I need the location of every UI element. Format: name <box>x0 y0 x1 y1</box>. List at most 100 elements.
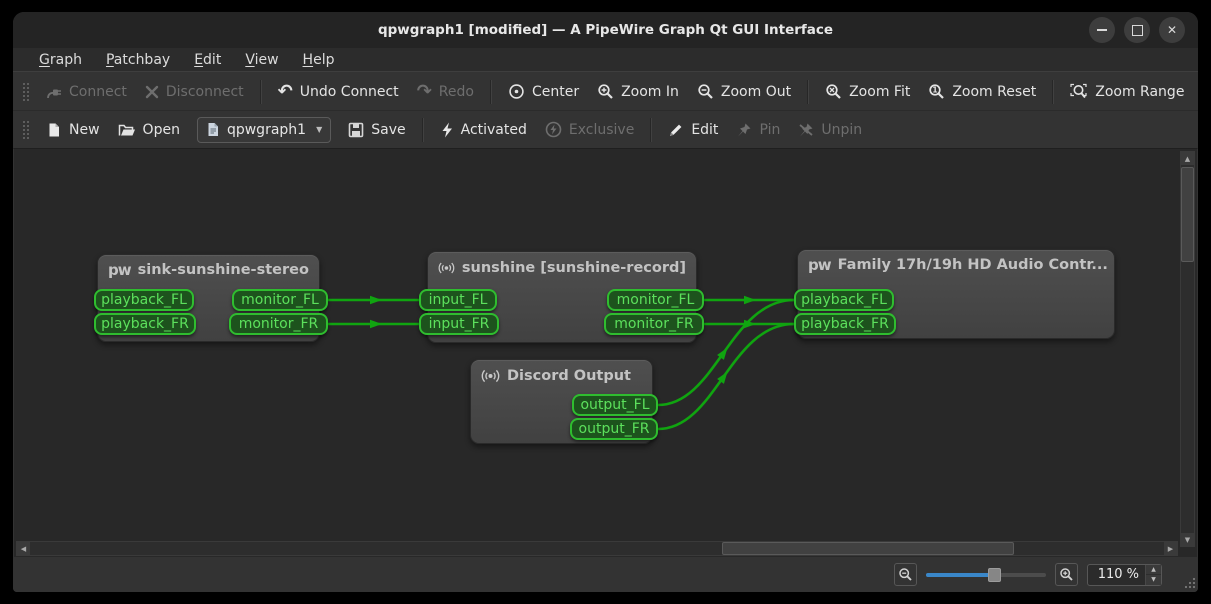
unpin-icon <box>798 122 814 138</box>
menu-help-rest: elp <box>313 52 334 68</box>
undo-connect-label: Undo Connect <box>300 84 399 100</box>
zoom-spin-up-button[interactable]: ▲ <box>1146 565 1161 575</box>
maximize-button[interactable] <box>1124 17 1150 43</box>
menu-help[interactable]: Help <box>291 50 347 70</box>
center-button[interactable]: Center <box>499 78 588 105</box>
port-discord-output-fl[interactable]: output_FL <box>572 394 658 416</box>
connect-label: Connect <box>69 84 127 100</box>
zoom-slider-fill <box>926 573 992 577</box>
zoom-out-icon <box>697 83 714 100</box>
graph-canvas[interactable]: pw sink-sunshine-stereo playback_FL play… <box>14 148 1197 557</box>
statusbar-zoom-out-button[interactable] <box>894 563 917 586</box>
exclusive-label: Exclusive <box>569 122 634 138</box>
menu-patchbay[interactable]: Patchbay <box>94 50 182 70</box>
vertical-scroll-thumb[interactable] <box>1181 167 1194 262</box>
toolbar-separator <box>807 80 809 104</box>
zoom-reset-button[interactable]: 1 Zoom Reset <box>919 78 1045 105</box>
exclusive-button: Exclusive <box>536 116 643 143</box>
menu-graph[interactable]: Graph <box>27 50 94 70</box>
zoom-slider-handle[interactable] <box>988 568 1001 582</box>
zoom-range-label: Zoom Range <box>1095 84 1184 100</box>
activated-label: Activated <box>461 122 527 138</box>
new-file-icon <box>46 122 62 138</box>
port-sink-playback-fl[interactable]: playback_FL <box>94 289 194 311</box>
graph-toolbar: Connect Disconnect ↶ Undo Connect ↷ Redo… <box>13 73 1198 111</box>
port-discord-output-fr[interactable]: output_FR <box>570 418 658 440</box>
disconnect-button: Disconnect <box>136 79 253 105</box>
x-icon <box>145 85 159 99</box>
zoom-reset-label: Zoom Reset <box>952 84 1036 100</box>
port-sink-playback-fr[interactable]: playback_FR <box>94 313 196 335</box>
close-icon: ✕ <box>1167 24 1177 36</box>
undo-connect-button[interactable]: ↶ Undo Connect <box>269 79 408 105</box>
zoom-out-label: Zoom Out <box>721 84 791 100</box>
menu-edit-rest: dit <box>203 52 221 68</box>
port-sunshine-monitor-fr[interactable]: monitor_FR <box>604 313 704 335</box>
app-window: qpwgraph1 [modified] — A PipeWire Graph … <box>13 12 1198 592</box>
undo-arrow-icon: ↶ <box>278 84 293 100</box>
connections-layer <box>14 149 1197 557</box>
menu-view[interactable]: View <box>233 50 290 70</box>
resize-grip[interactable] <box>1184 577 1196 589</box>
zoom-spinbox[interactable]: 110 % ▲ ▼ <box>1087 564 1162 586</box>
connection-arrow-icon <box>370 320 382 328</box>
edit-label: Edit <box>691 122 718 138</box>
save-button[interactable]: Save <box>339 117 414 143</box>
zoom-fit-icon <box>825 83 842 100</box>
port-sunshine-input-fl[interactable]: input_FL <box>419 289 497 311</box>
zoom-in-button[interactable]: Zoom In <box>588 78 688 105</box>
menu-edit[interactable]: Edit <box>182 50 233 70</box>
redo-arrow-icon: ↷ <box>417 84 432 100</box>
window-controls: ✕ <box>1089 17 1185 43</box>
scroll-up-button[interactable]: ▲ <box>1181 152 1194 165</box>
new-button[interactable]: New <box>37 117 109 143</box>
port-family-playback-fr[interactable]: playback_FR <box>794 313 896 335</box>
connection-arrow-icon <box>370 296 382 304</box>
patchbay-selector-value: qpwgraph1 <box>227 122 306 138</box>
zoom-in-icon <box>1059 567 1074 582</box>
zoom-value: 110 % <box>1088 567 1145 582</box>
open-folder-icon <box>118 122 136 138</box>
scroll-down-button[interactable]: ▼ <box>1181 533 1194 546</box>
vertical-scrollbar[interactable]: ▲ ▼ <box>1180 151 1195 547</box>
zoom-slider[interactable] <box>926 567 1046 583</box>
scroll-left-button[interactable]: ◀ <box>17 542 30 555</box>
menu-help-mnemonic: H <box>303 52 314 68</box>
save-floppy-icon <box>348 122 364 138</box>
port-sink-monitor-fr[interactable]: monitor_FR <box>229 313 328 335</box>
patchbay-selector[interactable]: qpwgraph1 ▼ <box>197 117 331 143</box>
close-button[interactable]: ✕ <box>1159 17 1185 43</box>
zoom-range-button[interactable]: Zoom Range <box>1061 78 1193 105</box>
minimize-button[interactable] <box>1089 17 1115 43</box>
port-sunshine-input-fr[interactable]: input_FR <box>419 313 499 335</box>
save-label: Save <box>371 122 405 138</box>
toolbar-separator <box>490 80 492 104</box>
disconnect-label: Disconnect <box>166 84 244 100</box>
edit-button[interactable]: Edit <box>659 117 727 143</box>
activated-button[interactable]: Activated <box>431 117 536 143</box>
zoom-fit-button[interactable]: Zoom Fit <box>816 78 919 105</box>
titlebar[interactable]: qpwgraph1 [modified] — A PipeWire Graph … <box>13 12 1198 48</box>
zoom-out-button[interactable]: Zoom Out <box>688 78 800 105</box>
toolbar-separator <box>422 118 424 142</box>
window-title: qpwgraph1 [modified] — A PipeWire Graph … <box>378 22 833 38</box>
horizontal-scroll-thumb[interactable] <box>722 542 1014 555</box>
port-sunshine-monitor-fl[interactable]: monitor_FL <box>607 289 704 311</box>
minimize-icon <box>1097 29 1107 31</box>
zoom-spin-buttons: ▲ ▼ <box>1145 565 1161 585</box>
menu-patchbay-mnemonic: P <box>106 52 114 68</box>
toolbar-drag-handle[interactable] <box>21 119 29 141</box>
scroll-right-button[interactable]: ▶ <box>1164 542 1177 555</box>
pin-icon <box>736 122 752 138</box>
port-sink-monitor-fl[interactable]: monitor_FL <box>232 289 328 311</box>
statusbar-zoom-in-button[interactable] <box>1055 563 1078 586</box>
open-label: Open <box>143 122 180 138</box>
menu-graph-mnemonic: G <box>39 52 50 68</box>
horizontal-scrollbar[interactable]: ◀ ▶ <box>16 541 1178 556</box>
zoom-spin-down-button[interactable]: ▼ <box>1146 574 1161 585</box>
zoom-reset-icon: 1 <box>928 83 945 100</box>
open-button[interactable]: Open <box>109 117 189 143</box>
port-family-playback-fl[interactable]: playback_FL <box>794 289 894 311</box>
pin-button: Pin <box>727 117 789 143</box>
toolbar-drag-handle[interactable] <box>21 81 29 103</box>
